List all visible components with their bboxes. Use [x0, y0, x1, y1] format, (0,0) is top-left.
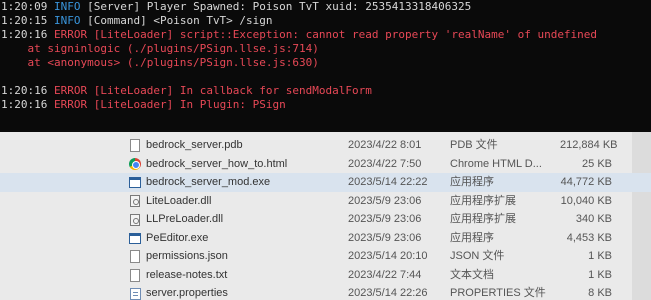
server-console: 1:20:09 INFO [Server] Player Spawned: Po… [0, 0, 651, 132]
console-line: 1:20:16 ERROR [LiteLoader] script::Excep… [1, 28, 651, 42]
file-name: LLPreLoader.dll [146, 213, 224, 225]
file-size: 1 KB [588, 250, 612, 262]
file-size: 340 KB [575, 213, 612, 225]
file-name: PeEditor.exe [146, 231, 209, 244]
file-type: PROPERTIES 文件 [450, 287, 546, 299]
file-name: bedrock_server_how_to.html [146, 157, 288, 170]
file-date: 2023/4/22 8:01 [348, 139, 422, 151]
file-name: bedrock_server.pdb [146, 139, 243, 151]
file-type-icon-cell [128, 266, 142, 285]
file-type-icon-cell [128, 192, 142, 211]
file-name: server.properties [146, 287, 228, 299]
file-name: bedrock_server_mod.exe [146, 176, 271, 188]
file-type: 文本文档 [450, 268, 494, 281]
console-level: ERROR [53, 84, 88, 97]
console-timestamp: 1:20:16 [1, 98, 48, 111]
file-icon [130, 139, 140, 152]
file-row[interactable]: LiteLoader.dll 2023/5/9 23:06 应用程序扩展 10,040… [0, 192, 651, 211]
file-row[interactable]: bedrock_server_mod.exe 2023/5/14 22:22 应用程… [0, 173, 651, 192]
file-date: 2023/5/9 23:06 [348, 213, 422, 225]
console-level: ERROR [53, 98, 88, 111]
file-date: 2023/5/14 22:26 [348, 287, 428, 299]
file-size: 44,772 KB [560, 176, 612, 188]
console-message: at signinlogic (./plugins/PSign.llse.js:… [1, 42, 319, 55]
props-icon [129, 287, 141, 300]
file-type: 应用程序扩展 [450, 194, 516, 207]
file-row[interactable]: LLPreLoader.dll 2023/5/9 23:06 应用程序扩展 340 K… [0, 210, 651, 229]
file-type-icon-cell [128, 136, 142, 155]
file-size: 4,453 KB [566, 231, 612, 244]
console-timestamp: 1:20:15 [1, 14, 48, 27]
file-icon [130, 268, 140, 282]
file-size: 25 KB [582, 157, 612, 170]
file-type: 应用程序扩展 [450, 213, 516, 225]
chrome-icon [129, 158, 141, 170]
console-message: [LiteLoader] In callback for sendModalFo… [93, 84, 372, 97]
file-type-icon-cell [128, 247, 142, 266]
console-level: INFO [53, 14, 81, 27]
file-size: 1 KB [588, 268, 612, 281]
file-type-icon-cell [128, 229, 142, 248]
file-date: 2023/5/9 23:06 [348, 231, 422, 244]
console-line: at signinlogic (./plugins/PSign.llse.js:… [1, 42, 651, 56]
file-type-icon-cell [128, 210, 142, 229]
file-type: PDB 文件 [450, 139, 498, 151]
file-row[interactable]: server.properties 2023/5/14 22:26 PROPERTI… [0, 284, 651, 300]
console-line: 1:20:16 ERROR [LiteLoader] In callback f… [1, 84, 651, 98]
file-explorer-list: bedrock_server.pdb 2023/4/22 8:01 PDB 文件 21… [0, 132, 651, 300]
file-row[interactable]: release-notes.txt 2023/4/22 7:44 文本文档 1 KB [0, 266, 651, 285]
file-type: 应用程序 [450, 176, 494, 188]
exe-icon [129, 177, 141, 188]
file-type-icon-cell [128, 284, 142, 300]
file-row[interactable]: permissions.json 2023/5/14 20:10 JSON 文件 1 … [0, 247, 651, 266]
file-row[interactable]: PeEditor.exe 2023/5/9 23:06 应用程序 4,453 KB [0, 229, 651, 248]
file-date: 2023/5/14 22:22 [348, 176, 428, 188]
file-type-icon-cell [128, 155, 142, 174]
console-timestamp: 1:20:09 [1, 0, 48, 13]
file-row[interactable]: bedrock_server_how_to.html 2023/4/22 7:50… [0, 155, 651, 174]
console-line: 1:20:16 ERROR [LiteLoader] In Plugin: PS… [1, 98, 651, 112]
file-type: 应用程序 [450, 231, 494, 244]
console-message: [LiteLoader] script::Exception: cannot r… [93, 28, 598, 41]
file-size: 8 KB [588, 287, 612, 299]
file-date: 2023/4/22 7:44 [348, 268, 422, 281]
exe-icon [129, 232, 141, 244]
file-row[interactable]: bedrock_server.pdb 2023/4/22 8:01 PDB 文件 21… [0, 136, 651, 155]
dll-icon [130, 195, 140, 207]
file-type: JSON 文件 [450, 250, 505, 262]
console-message: at <anonymous> (./plugins/PSign.llse.js:… [1, 56, 319, 69]
console-timestamp: 1:20:16 [1, 28, 48, 41]
file-date: 2023/5/14 20:10 [348, 250, 428, 262]
console-message: [Server] Player Spawned: Poison TvT xuid… [87, 0, 472, 13]
file-icon [130, 250, 140, 263]
file-date: 2023/5/9 23:06 [348, 194, 422, 207]
file-date: 2023/4/22 7:50 [348, 157, 422, 170]
dll-icon [130, 213, 140, 226]
console-line: 1:20:09 INFO [Server] Player Spawned: Po… [1, 0, 651, 14]
file-size: 212,884 KB [560, 139, 618, 151]
file-name: LiteLoader.dll [146, 194, 212, 207]
console-line: at <anonymous> (./plugins/PSign.llse.js:… [1, 56, 651, 70]
file-type-icon-cell [128, 173, 142, 192]
console-message: [Command] <Poison TvT> /sign [87, 14, 273, 27]
console-level: INFO [53, 0, 81, 13]
file-size: 10,040 KB [560, 194, 612, 207]
console-timestamp: 1:20:16 [1, 84, 48, 97]
console-line: 1:20:15 INFO [Command] <Poison TvT> /sig… [1, 14, 651, 28]
file-name: permissions.json [146, 250, 228, 262]
console-message: [LiteLoader] In Plugin: PSign [93, 98, 286, 111]
console-level: ERROR [53, 28, 88, 41]
file-name: release-notes.txt [146, 268, 228, 281]
file-type: Chrome HTML D... [450, 157, 542, 170]
